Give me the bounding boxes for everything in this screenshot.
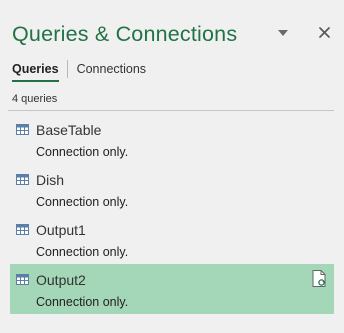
close-icon bbox=[318, 26, 330, 38]
triangle-down-icon bbox=[278, 30, 288, 36]
table-icon bbox=[16, 224, 29, 235]
pane-tabs: Queries Connections bbox=[12, 60, 146, 84]
query-name: Dish bbox=[36, 172, 65, 188]
tab-connections[interactable]: Connections bbox=[77, 60, 147, 78]
queries-connections-pane: Queries & Connections Queries Connection… bbox=[0, 0, 344, 333]
divider bbox=[8, 110, 334, 111]
query-list: BaseTable Connection only. Dish Connecti… bbox=[10, 114, 334, 314]
table-icon bbox=[16, 174, 29, 185]
query-item-dish[interactable]: Dish Connection only. bbox=[10, 164, 334, 214]
query-description: Connection only. bbox=[36, 295, 129, 309]
query-name: BaseTable bbox=[36, 122, 102, 138]
query-count: 4 queries bbox=[12, 93, 58, 105]
pane-options-button[interactable] bbox=[274, 26, 292, 40]
query-description: Connection only. bbox=[36, 145, 129, 159]
tab-queries[interactable]: Queries bbox=[12, 60, 59, 82]
pane-title: Queries & Connections bbox=[12, 22, 238, 46]
query-name: Output2 bbox=[36, 272, 86, 288]
query-item-output2[interactable]: Output2 Connection only. bbox=[10, 264, 334, 314]
query-description: Connection only. bbox=[36, 195, 129, 209]
query-item-output1[interactable]: Output1 Connection only. bbox=[10, 214, 334, 264]
query-name: Output1 bbox=[36, 222, 86, 238]
tab-separator bbox=[66, 60, 68, 78]
query-item-basetable[interactable]: BaseTable Connection only. bbox=[10, 114, 334, 164]
table-icon bbox=[16, 124, 29, 135]
document-refresh-icon[interactable] bbox=[312, 270, 326, 287]
query-description: Connection only. bbox=[36, 245, 129, 259]
table-icon bbox=[16, 274, 29, 285]
close-pane-button[interactable] bbox=[314, 22, 334, 42]
